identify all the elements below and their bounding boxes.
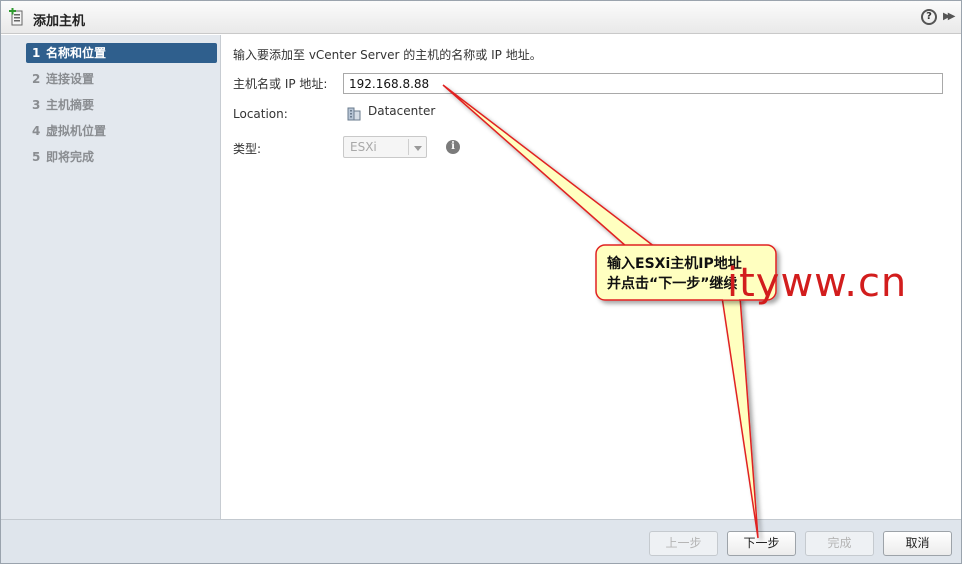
- dialog-title: 添加主机: [33, 14, 86, 29]
- expand-icon[interactable]: ▶▶: [943, 11, 956, 22]
- title-bar: 添加主机 ? ▶▶: [1, 1, 961, 34]
- location-label: Location:: [233, 107, 288, 121]
- watermark: ityww.cn: [727, 260, 908, 306]
- location-value: Datacenter: [368, 104, 436, 118]
- step-ready-to-complete[interactable]: 5 即将完成: [26, 147, 217, 167]
- next-button[interactable]: 下一步: [727, 531, 796, 556]
- callout-text: 输入ESXi主机IP地址 并点击“下一步”继续: [607, 254, 742, 294]
- cancel-button[interactable]: 取消: [883, 531, 952, 556]
- step-vm-location[interactable]: 4 虚拟机位置: [26, 121, 217, 141]
- info-icon[interactable]: i: [446, 140, 460, 154]
- callout-line-1: 输入ESXi主机IP地址: [607, 256, 742, 272]
- intro-text: 输入要添加至 vCenter Server 的主机的名称或 IP 地址。: [233, 48, 542, 62]
- type-label: 类型:: [233, 142, 262, 156]
- help-icon[interactable]: ?: [921, 9, 937, 25]
- chevron-down-icon: [414, 146, 422, 151]
- add-host-icon: [9, 8, 23, 26]
- back-button[interactable]: 上一步: [649, 531, 718, 556]
- type-value: ESXi: [350, 140, 377, 154]
- step-name-location[interactable]: 1 名称和位置: [26, 43, 217, 63]
- step-host-summary[interactable]: 3 主机摘要: [26, 95, 217, 115]
- wizard-steps: 1 名称和位置 2 连接设置 3 主机摘要 4 虚拟机位置 5 即将完成: [1, 35, 221, 519]
- type-select[interactable]: ESXi: [343, 136, 427, 158]
- dialog-footer: 上一步 下一步 完成 取消: [1, 519, 961, 563]
- finish-button[interactable]: 完成: [805, 531, 874, 556]
- callout-line-2: 并点击“下一步”继续: [607, 276, 738, 292]
- host-label: 主机名或 IP 地址:: [233, 77, 328, 91]
- step-connection-settings[interactable]: 2 连接设置: [26, 69, 217, 89]
- select-divider: [408, 139, 409, 155]
- datacenter-icon: [347, 107, 361, 121]
- host-input[interactable]: [343, 73, 943, 94]
